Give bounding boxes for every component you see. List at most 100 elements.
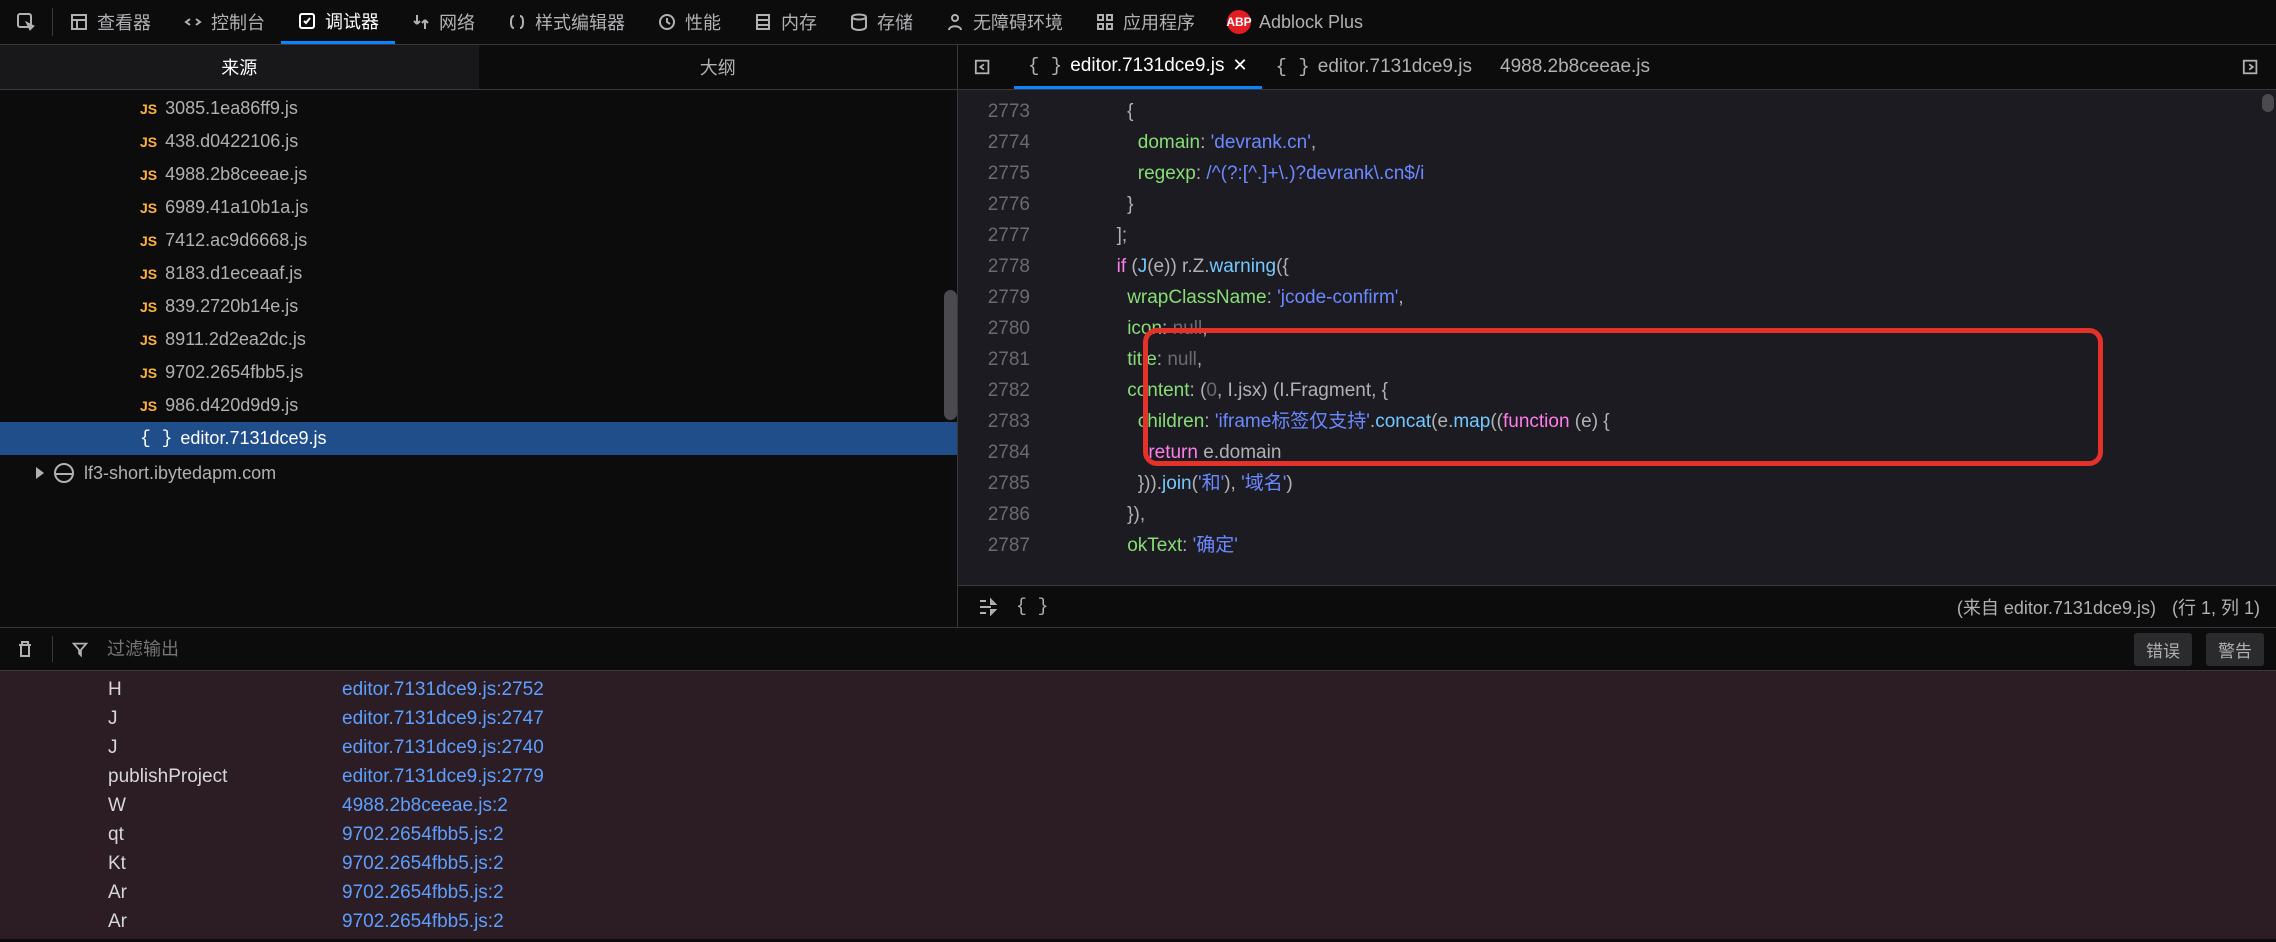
console-row[interactable]: Jeditor.7131dce9.js:2740: [0, 733, 2276, 762]
tab-outline[interactable]: 大纲: [479, 45, 958, 89]
stack-frame-location[interactable]: editor.7131dce9.js:2747: [342, 704, 544, 733]
file-item[interactable]: JS8183.d1eceaaf.js: [0, 257, 957, 290]
filter-icon: [67, 636, 93, 662]
braces-icon: { }: [1276, 56, 1310, 78]
file-name: 6989.41a10b1a.js: [165, 197, 308, 218]
stack-frame-location[interactable]: 9702.2654fbb5.js:2: [342, 878, 504, 907]
js-icon: JS: [140, 101, 157, 117]
stack-frame-name: Kt: [12, 849, 342, 878]
braces-icon[interactable]: { }: [1016, 597, 1048, 617]
stack-frame-location[interactable]: editor.7131dce9.js:2752: [342, 675, 544, 704]
file-item[interactable]: JS9702.2654fbb5.js: [0, 356, 957, 389]
editor-scrollbar-thumb[interactable]: [2262, 94, 2274, 112]
tab-label: 查看器: [97, 9, 151, 35]
console-row[interactable]: Kt9702.2654fbb5.js:2: [0, 849, 2276, 878]
console-row[interactable]: Heditor.7131dce9.js:2752: [0, 675, 2276, 704]
tab-icon: [753, 12, 773, 32]
editor-body[interactable]: 2773277427752776277727782779278027812782…: [958, 90, 2276, 585]
nav-forward-button[interactable]: [2238, 54, 2264, 80]
editor-tab[interactable]: { }editor.7131dce9.js: [1262, 45, 1486, 89]
console-output[interactable]: Heditor.7131dce9.js:2752Jeditor.7131dce9…: [0, 671, 2276, 939]
toolbar-tab-2[interactable]: 调试器: [281, 0, 395, 44]
file-name: editor.7131dce9.js: [180, 428, 326, 449]
domain-tree-item[interactable]: lf3-short.ibytedapm.com: [0, 455, 957, 491]
editor-scrollbar[interactable]: [2260, 90, 2276, 585]
console-row[interactable]: W4988.2b8ceeae.js:2: [0, 791, 2276, 820]
nav-back-button[interactable]: [970, 54, 996, 80]
js-icon: JS: [140, 134, 157, 150]
stack-frame-location[interactable]: 9702.2654fbb5.js:2: [342, 936, 504, 939]
editor-footer: { } (来自 editor.7131dce9.js) (行 1, 列 1): [958, 585, 2276, 627]
pretty-print-button[interactable]: [974, 594, 1000, 620]
toolbar-tab-1[interactable]: 控制台: [167, 0, 281, 44]
toolbar-tab-9[interactable]: 应用程序: [1079, 0, 1211, 44]
tab-label: Adblock Plus: [1259, 12, 1363, 33]
filter-warnings-pill[interactable]: 警告: [2206, 633, 2264, 666]
pick-element-button[interactable]: [0, 0, 52, 44]
file-item[interactable]: JS839.2720b14e.js: [0, 290, 957, 323]
console-row[interactable]: Ar9702.2654fbb5.js:2: [0, 878, 2276, 907]
tab-label: 控制台: [211, 9, 265, 35]
file-item[interactable]: { }editor.7131dce9.js: [0, 422, 957, 455]
abp-icon: ABP: [1227, 10, 1251, 34]
file-name: 8911.2d2ea2dc.js: [165, 329, 306, 350]
editor-panel: { }editor.7131dce9.js✕{ }editor.7131dce9…: [958, 45, 2276, 627]
tab-label: 网络: [439, 9, 475, 35]
editor-tab[interactable]: { }editor.7131dce9.js✕: [1014, 45, 1262, 89]
toolbar-tab-8[interactable]: 无障碍环境: [929, 0, 1079, 44]
tab-label: 应用程序: [1123, 9, 1195, 35]
js-icon: JS: [140, 167, 157, 183]
code-area[interactable]: { domain: 'devrank.cn', regexp: /^(?:[^.…: [1048, 90, 2276, 585]
console-row[interactable]: Tr9702.2654fbb5.js:2: [0, 936, 2276, 939]
close-icon[interactable]: ✕: [1232, 55, 1247, 76]
console-filter-input[interactable]: [107, 639, 2120, 660]
toolbar-tab-0[interactable]: 查看器: [53, 0, 167, 44]
source-origin: (来自 editor.7131dce9.js): [1957, 594, 2156, 620]
stack-frame-location[interactable]: editor.7131dce9.js:2779: [342, 762, 544, 791]
stack-frame-location[interactable]: 9702.2654fbb5.js:2: [342, 820, 504, 849]
toolbar-tab-4[interactable]: 样式编辑器: [491, 0, 641, 44]
toolbar-tab-5[interactable]: 性能: [641, 0, 737, 44]
stack-frame-location[interactable]: 9702.2654fbb5.js:2: [342, 907, 504, 936]
file-item[interactable]: JS 3085.1ea86ff9.js: [0, 92, 957, 125]
file-item[interactable]: JS4988.2b8ceeae.js: [0, 158, 957, 191]
tab-icon: [297, 11, 317, 31]
file-item[interactable]: JS6989.41a10b1a.js: [0, 191, 957, 224]
stack-frame-name: J: [12, 733, 342, 762]
tab-label: 调试器: [325, 8, 379, 34]
toolbar-tab-6[interactable]: 内存: [737, 0, 833, 44]
file-tree[interactable]: JS 3085.1ea86ff9.js JS438.d0422106.jsJS498…: [0, 90, 957, 627]
console-row[interactable]: publishProjecteditor.7131dce9.js:2779: [0, 762, 2276, 791]
editor-tab[interactable]: 4988.2b8ceeae.js: [1486, 45, 1664, 89]
tab-icon: [1095, 12, 1115, 32]
file-name: 986.d420d9d9.js: [165, 395, 298, 416]
tab-label: 内存: [781, 9, 817, 35]
stack-frame-name: publishProject: [12, 762, 342, 791]
file-item[interactable]: JS 986.d420d9d9.js: [0, 389, 957, 422]
clear-console-button[interactable]: [12, 636, 38, 662]
tab-icon: [183, 12, 203, 32]
stack-frame-location[interactable]: editor.7131dce9.js:2740: [342, 733, 544, 762]
console-row[interactable]: Jeditor.7131dce9.js:2747: [0, 704, 2276, 733]
file-item[interactable]: JS 8911.2d2ea2dc.js: [0, 323, 957, 356]
toolbar-tab-10[interactable]: ABP Adblock Plus: [1211, 0, 1379, 44]
globe-icon: [54, 463, 74, 483]
filter-errors-pill[interactable]: 错误: [2134, 633, 2192, 666]
file-item[interactable]: JS438.d0422106.js: [0, 125, 957, 158]
stack-frame-location[interactable]: 9702.2654fbb5.js:2: [342, 849, 504, 878]
scrollbar-thumb[interactable]: [944, 290, 957, 420]
stack-frame-name: H: [12, 675, 342, 704]
toolbar-tab-7[interactable]: 存储: [833, 0, 929, 44]
file-item[interactable]: JS7412.ac9d6668.js: [0, 224, 957, 257]
stack-frame-location[interactable]: 4988.2b8ceeae.js:2: [342, 791, 508, 820]
domain-label: lf3-short.ibytedapm.com: [84, 463, 276, 484]
console-row[interactable]: qt9702.2654fbb5.js:2: [0, 820, 2276, 849]
js-icon: JS: [140, 332, 157, 348]
js-icon: JS: [140, 398, 157, 414]
left-tabs: 来源 大纲: [0, 45, 957, 90]
tab-sources[interactable]: 来源: [0, 45, 479, 89]
file-name: 3085.1ea86ff9.js: [165, 98, 298, 119]
stack-frame-name: J: [12, 704, 342, 733]
toolbar-tab-3[interactable]: 网络: [395, 0, 491, 44]
console-row[interactable]: Ar9702.2654fbb5.js:2: [0, 907, 2276, 936]
